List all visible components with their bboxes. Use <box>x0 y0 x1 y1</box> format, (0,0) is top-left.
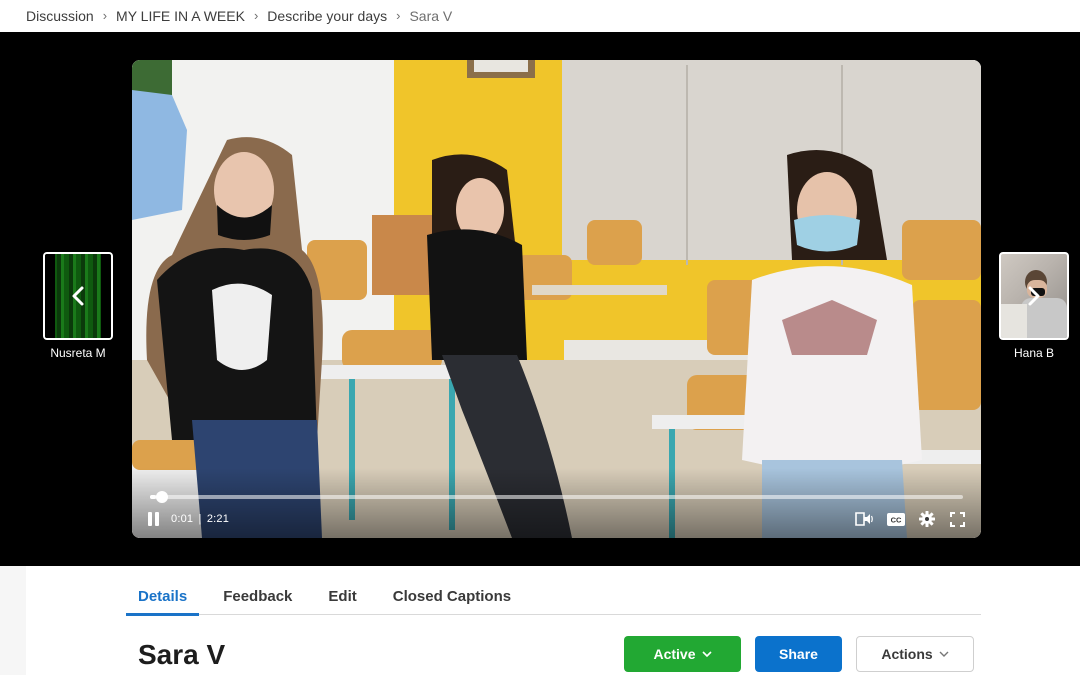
breadcrumb-current: Sara V <box>409 7 453 24</box>
breadcrumb-separator-icon: › <box>253 8 259 23</box>
details-section: Details Feedback Edit Closed Captions Sa… <box>0 566 1080 675</box>
tab-details[interactable]: Details <box>126 584 200 616</box>
breadcrumb: Discussion › MY LIFE IN A WEEK › Describ… <box>0 0 1080 31</box>
active-status-dropdown[interactable]: Active <box>624 636 741 672</box>
seek-handle[interactable] <box>155 491 168 503</box>
pause-icon <box>155 512 159 526</box>
left-gutter <box>0 566 26 675</box>
time-display: 0:01 | 2:21 <box>171 513 229 525</box>
next-response-name: Hana B <box>1013 346 1055 360</box>
chevron-left-icon <box>72 286 84 306</box>
tab-closed-captions[interactable]: Closed Captions <box>381 584 523 615</box>
active-status-label: Active <box>653 646 696 662</box>
share-button[interactable]: Share <box>755 636 842 672</box>
controls-overlay <box>132 468 981 538</box>
closed-captions-icon: CC <box>886 512 905 526</box>
seek-bar-played <box>150 495 156 499</box>
audio-description-button[interactable] <box>855 510 874 528</box>
seek-bar[interactable] <box>150 491 963 503</box>
pause-icon <box>148 512 152 526</box>
video-frame <box>132 60 981 538</box>
previous-response[interactable]: Nusreta M <box>43 252 113 360</box>
chevron-down-icon <box>701 650 712 657</box>
pause-button[interactable] <box>146 510 162 528</box>
current-time: 0:01 <box>171 513 194 525</box>
breadcrumb-topic[interactable]: MY LIFE IN A WEEK <box>116 8 245 24</box>
previous-response-name: Nusreta M <box>50 346 106 360</box>
settings-button[interactable] <box>917 510 936 528</box>
breadcrumb-separator-icon: › <box>396 8 401 23</box>
breadcrumb-separator-icon: › <box>102 8 108 23</box>
tab-bar: Details Feedback Edit Closed Captions <box>126 584 981 616</box>
duration: 2:21 <box>206 513 230 525</box>
breadcrumb-discussion[interactable]: Discussion <box>26 8 94 24</box>
share-label: Share <box>779 646 818 662</box>
chevron-down-icon <box>939 651 949 657</box>
video-stage: Nusreta M 0:01 | 2:21 CC Hana B <box>0 32 1080 566</box>
player-controls-right: CC <box>855 510 967 528</box>
fullscreen-button[interactable] <box>948 510 967 528</box>
fullscreen-icon <box>950 511 965 527</box>
tab-feedback[interactable]: Feedback <box>211 584 304 615</box>
audio-description-icon <box>855 512 873 526</box>
time-divider: | <box>198 513 202 525</box>
closed-captions-button[interactable]: CC <box>886 510 905 528</box>
actions-dropdown[interactable]: Actions <box>856 636 974 672</box>
settings-gear-icon <box>918 511 935 527</box>
previous-response-thumbnail[interactable] <box>43 252 113 340</box>
svg-text:CC: CC <box>890 515 901 524</box>
video-player[interactable]: 0:01 | 2:21 CC <box>132 60 981 538</box>
breadcrumb-prompt[interactable]: Describe your days <box>267 8 387 24</box>
next-response-thumbnail[interactable] <box>999 252 1069 340</box>
tab-edit[interactable]: Edit <box>316 584 368 615</box>
actions-label: Actions <box>881 646 933 662</box>
response-title: Sara V <box>138 639 226 670</box>
chevron-right-icon <box>1028 286 1040 306</box>
next-response[interactable]: Hana B <box>999 252 1069 360</box>
